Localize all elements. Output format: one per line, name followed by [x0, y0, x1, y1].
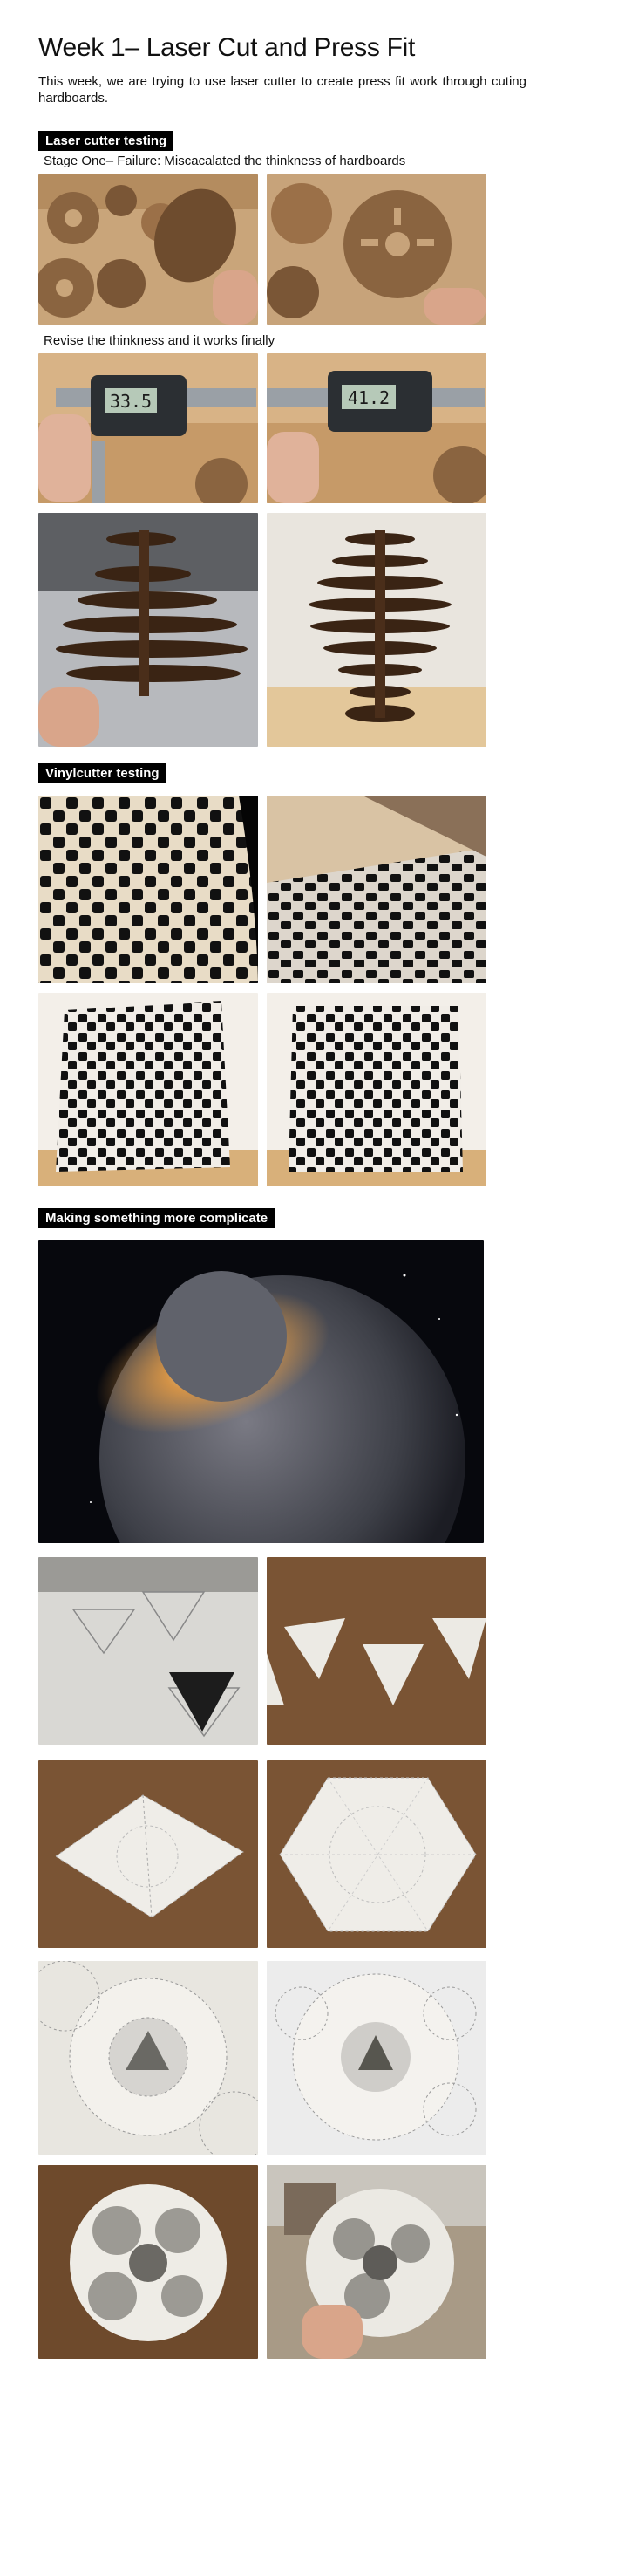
caliper-reading-1: 33.5: [110, 391, 152, 412]
photo-paper-folding-1: [38, 1961, 258, 2155]
photo-vinyl-box-2: [267, 993, 486, 1186]
photo-paper-tiles-cut: [38, 1557, 258, 1745]
section-label-vinyl: Vinylcutter testing: [38, 763, 166, 783]
section-label-laser: Laser cutter testing: [38, 131, 174, 151]
photo-paper-sphere-1: [38, 2165, 258, 2359]
photo-paper-hexagon: [267, 1760, 486, 1948]
photo-hardboard-failure-2: [267, 174, 486, 325]
photo-vinyl-checker-1: [38, 796, 258, 983]
photo-hardboard-failure-1: [38, 174, 258, 325]
page-title: Week 1– Laser Cut and Press Fit: [38, 33, 416, 62]
photo-vinyl-checker-2: [267, 796, 486, 983]
photo-paper-triangles: [267, 1557, 486, 1745]
photo-caliper-2: 41.2: [267, 353, 486, 503]
caliper-reading-2: 41.2: [348, 387, 390, 408]
photo-paper-rhombus: [38, 1760, 258, 1948]
photo-stacked-sculpture-1: [38, 513, 258, 747]
caption-revised: Revise the thinkness and it works finall…: [44, 333, 275, 348]
photo-paper-folding-2: [267, 1961, 486, 2155]
photo-planet-collision: [38, 1240, 484, 1543]
photo-stacked-sculpture-2: [267, 513, 486, 747]
photo-vinyl-box-1: [38, 993, 258, 1186]
caption-stage-one: Stage One– Failure: Miscacalated the thi…: [44, 154, 406, 168]
photo-paper-sphere-2: [267, 2165, 486, 2359]
section-label-complex: Making something more complicate: [38, 1208, 275, 1228]
photo-caliper-1: 33.5: [38, 353, 258, 503]
intro-paragraph: This week, we are trying to use laser cu…: [38, 74, 526, 106]
